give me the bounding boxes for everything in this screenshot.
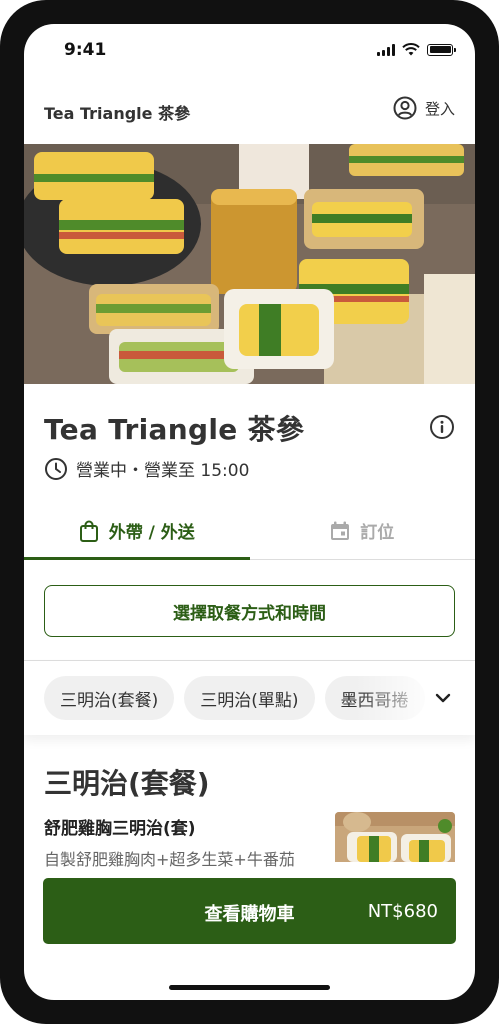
order-mode-tabs: 外帶 / 外送 訂位 (24, 502, 475, 560)
tab-takeout-delivery[interactable]: 外帶 / 外送 (24, 502, 250, 560)
view-cart-button[interactable]: 查看購物車 NT$680 (43, 878, 456, 944)
tab-label: 外帶 / 外送 (108, 523, 195, 543)
hours-text: 營業中・營業至 15:00 (76, 461, 250, 481)
shopping-bag-icon (79, 520, 98, 542)
menu-item-description: 自製舒肥雞胸肉+超多生菜+牛番茄 (44, 850, 295, 869)
menu-item-photo[interactable] (335, 812, 455, 862)
chevron-down-icon[interactable] (433, 688, 453, 708)
tab-reservation[interactable]: 訂位 (250, 502, 476, 559)
tab-label: 訂位 (360, 523, 395, 543)
clock-icon (45, 457, 67, 480)
app-screen: 9:41 Tea Triangle 茶參 登入 Tea Triangle 茶參 … (24, 24, 475, 1000)
status-time: 9:41 (64, 40, 107, 60)
wifi-icon (402, 43, 420, 56)
status-bar: 9:41 (24, 24, 475, 80)
status-icons (377, 43, 456, 56)
battery-icon (427, 43, 456, 56)
category-chips: 三明治(套餐) 三明治(單點) 墨西哥捲 (24, 661, 475, 735)
cellular-signal-icon (377, 43, 395, 56)
login-button[interactable]: 登入 (393, 96, 455, 120)
store-hero-image (24, 144, 475, 384)
home-indicator[interactable] (169, 985, 330, 990)
menu-item-name[interactable]: 舒肥雞胸三明治(套) (44, 814, 196, 839)
login-label: 登入 (424, 99, 455, 118)
device-frame: 9:41 Tea Triangle 茶參 登入 Tea Triangle 茶參 … (0, 0, 499, 1024)
pickup-method-button[interactable]: 選擇取餐方式和時間 (44, 585, 455, 637)
category-chip[interactable]: 三明治(單點) (184, 676, 315, 720)
user-icon (393, 96, 417, 120)
menu-section-title: 三明治(套餐) (44, 767, 210, 800)
pickup-method-label: 選擇取餐方式和時間 (173, 603, 326, 624)
business-hours: 營業中・營業至 15:00 (44, 456, 249, 481)
category-chip[interactable]: 三明治(套餐) (44, 676, 175, 720)
header-title: Tea Triangle 茶參 (44, 104, 191, 123)
store-name: Tea Triangle 茶參 (44, 413, 305, 446)
info-icon[interactable] (429, 414, 455, 440)
app-header: Tea Triangle 茶參 登入 (24, 88, 475, 144)
calendar-icon (331, 521, 350, 540)
cart-total: NT$680 (367, 901, 438, 922)
chips-fade (355, 661, 475, 735)
